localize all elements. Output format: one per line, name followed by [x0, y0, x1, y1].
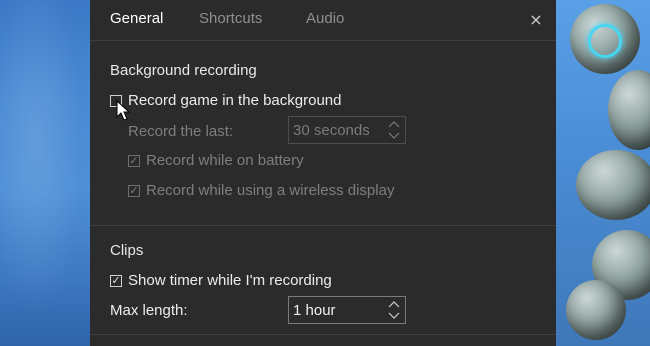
show-timer-row[interactable]: ✓ Show timer while I'm recording: [110, 272, 332, 289]
show-timer-checkbox[interactable]: ✓: [110, 274, 122, 287]
max-length-label: Max length:: [110, 302, 188, 319]
record-battery-checkbox: ✓: [128, 154, 140, 167]
record-last-row: Record the last:: [128, 123, 233, 140]
tab-audio[interactable]: Audio: [306, 10, 344, 27]
show-timer-label: Show timer while I'm recording: [128, 272, 332, 289]
record-wireless-label: Record while using a wireless display: [146, 182, 395, 199]
tab-general[interactable]: General: [110, 10, 163, 27]
section-divider: [90, 225, 556, 226]
settings-panel: General Shortcuts Audio × Background rec…: [90, 0, 556, 346]
section-title-background-recording: Background recording: [110, 62, 257, 79]
record-wireless-row: ✓ Record while using a wireless display: [128, 182, 394, 199]
close-icon[interactable]: ×: [528, 12, 544, 28]
record-last-label: Record the last:: [128, 123, 234, 140]
record-last-select: 30 seconds: [288, 116, 406, 144]
robot-arm: [576, 150, 650, 220]
record-last-value: 30 seconds: [293, 121, 370, 139]
record-game-row[interactable]: Record game in the background: [110, 92, 341, 109]
mouse-cursor-icon: [116, 100, 131, 121]
max-length-value: 1 hour: [293, 301, 336, 319]
tab-bar: General Shortcuts Audio ×: [90, 0, 556, 41]
max-length-select[interactable]: 1 hour: [288, 296, 406, 324]
background-wallpaper-right: [556, 0, 650, 346]
record-battery-label: Record while on battery: [146, 152, 304, 169]
robot-eye-glow: [588, 24, 622, 58]
section-title-clips: Clips: [110, 242, 144, 259]
record-wireless-checkbox: ✓: [128, 184, 140, 197]
tab-shortcuts[interactable]: Shortcuts: [199, 10, 262, 27]
robot-foot: [566, 280, 626, 340]
background-wallpaper-left: [0, 0, 90, 346]
spinner-icon: [388, 121, 400, 139]
record-battery-row: ✓ Record while on battery: [128, 152, 304, 169]
max-length-row: Max length:: [110, 302, 188, 319]
spinner-icon[interactable]: [387, 299, 401, 321]
robot-body: [608, 70, 650, 150]
record-game-label: Record game in the background: [128, 92, 342, 109]
bottom-divider: [90, 334, 556, 335]
